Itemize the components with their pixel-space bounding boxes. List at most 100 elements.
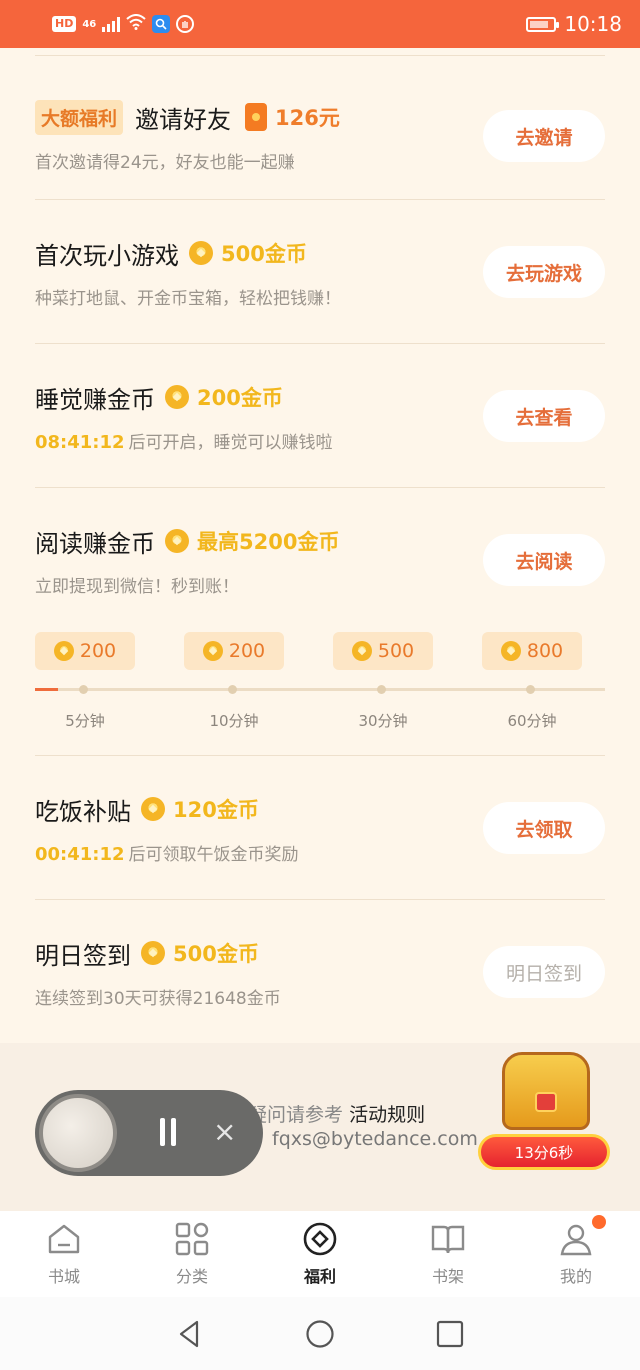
task-subtitle-row: 08:41:12 后可开启，睡觉可以赚钱啦: [35, 428, 333, 453]
task-meal-subsidy: 吃饭补贴 120金币 00:41:12 后可领取午饭金币奖励 去领取: [35, 756, 605, 900]
task-reading-earn: 阅读赚金币 最高5200金币 立即提现到微信！秒到账！ 去阅读 200 200 …: [35, 488, 605, 756]
task-mini-game: 首次玩小游戏 500金币 种菜打地鼠、开金币宝箱，轻松把钱赚！ 去玩游戏: [35, 200, 605, 344]
bookstore-icon: [48, 1224, 80, 1254]
task-title-row: 大额福利 邀请好友 126元: [35, 99, 340, 135]
task-title-row: 阅读赚金币 最高5200金币: [35, 523, 339, 559]
tab-bookstore[interactable]: 书城: [0, 1211, 128, 1297]
milestone-coins: 200: [228, 640, 266, 662]
task-subtitle: 种菜打地鼠、开金币宝箱，轻松把钱赚！: [35, 289, 341, 309]
play-game-button[interactable]: 去玩游戏: [483, 246, 605, 298]
search-app-icon: [152, 15, 171, 33]
tab-profile[interactable]: 我的: [512, 1211, 640, 1297]
notification-badge: [592, 1215, 606, 1229]
album-cover[interactable]: [39, 1094, 117, 1172]
view-sleep-button[interactable]: 去查看: [483, 390, 605, 442]
back-icon[interactable]: [175, 1319, 205, 1349]
coin-icon: [141, 797, 165, 821]
tab-category[interactable]: 分类: [128, 1211, 256, 1297]
floating-audio-player[interactable]: ×: [35, 1090, 263, 1176]
milestone-reward: 200: [184, 632, 284, 670]
reading-progress: 200 200 500 800 5分钟 10分钟 30分钟 60分钟: [35, 632, 605, 772]
system-nav-bar: [0, 1297, 640, 1370]
coin-icon: [165, 385, 189, 409]
coin-icon: [351, 641, 372, 661]
contact-email: fqxs@bytedance.com: [272, 1128, 478, 1150]
status-left: HD 46: [52, 14, 195, 34]
welfare-icon: [303, 1222, 337, 1256]
task-title: 阅读赚金币: [35, 529, 155, 558]
big-bonus-tag: 大额福利: [35, 99, 124, 135]
task-subtitle: 立即提现到微信！秒到账！: [35, 577, 239, 597]
close-icon[interactable]: ×: [213, 1114, 236, 1150]
milestone-dot: [228, 685, 237, 694]
wifi-icon: [126, 14, 146, 34]
task-sleep-earn: 睡觉赚金币 200金币 08:41:12 后可开启，睡觉可以赚钱啦 去查看: [35, 344, 605, 488]
bookshelf-icon: [431, 1225, 465, 1254]
milestone-dot: [79, 685, 88, 694]
tab-welfare[interactable]: 福利: [256, 1211, 384, 1297]
hd-indicator: HD: [52, 16, 77, 32]
red-envelope-icon: [245, 103, 268, 131]
treasure-chest-icon[interactable]: [502, 1052, 590, 1130]
tab-label: 书城: [47, 1267, 80, 1286]
profile-icon: [560, 1224, 592, 1256]
treasure-chest[interactable]: 13分6秒: [478, 1052, 614, 1170]
checkin-tomorrow-button[interactable]: 明日签到: [483, 946, 605, 998]
task-reward: 120金币: [173, 798, 259, 822]
task-reward: 500金币: [221, 242, 307, 266]
read-button[interactable]: 去阅读: [483, 534, 605, 586]
invite-button[interactable]: 去邀请: [483, 110, 605, 162]
tab-label: 分类: [175, 1267, 208, 1286]
status-bar: HD 46 10:18: [0, 0, 640, 48]
divider: [35, 48, 605, 56]
battery-icon: [526, 16, 560, 32]
task-title-row: 首次玩小游戏 500金币: [35, 235, 307, 271]
milestone-coins: 500: [377, 640, 415, 662]
coin-icon: [189, 241, 213, 265]
countdown-timer: 00:41:12: [35, 844, 125, 865]
claim-meal-button[interactable]: 去领取: [483, 802, 605, 854]
task-title: 吃饭补贴: [35, 797, 131, 826]
category-icon: [175, 1222, 209, 1256]
task-subtitle: 连续签到30天可获得21648金币: [35, 989, 281, 1009]
milestone-label: 10分钟: [209, 712, 259, 730]
tab-label: 书架: [431, 1267, 464, 1286]
task-tomorrow-checkin: 明日签到 500金币 连续签到30天可获得21648金币 明日签到: [35, 900, 605, 1044]
tab-label: 福利: [303, 1267, 336, 1286]
chest-countdown: 13分6秒: [478, 1134, 610, 1170]
milestone-label: 30分钟: [358, 712, 408, 730]
task-list: 大额福利 邀请好友 126元 首次邀请得24元，好友也能一起赚 去邀请 首次玩小…: [35, 48, 605, 1044]
bottom-nav: 书城 分类 福利 书架 我的: [0, 1211, 640, 1297]
milestone-dot: [377, 685, 386, 694]
activity-rules-link[interactable]: 活动规则: [349, 1104, 425, 1126]
coin-icon: [500, 641, 521, 661]
milestone-reward: 500: [333, 632, 433, 670]
recents-icon[interactable]: [435, 1319, 465, 1349]
hand-app-icon: [176, 15, 195, 33]
signal-icon: [102, 16, 121, 32]
task-reward: 200金币: [197, 386, 283, 410]
task-subtitle: 首次邀请得24元，好友也能一起赚: [35, 153, 295, 173]
task-reward: 126元: [275, 106, 340, 130]
task-title-row: 吃饭补贴 120金币: [35, 791, 259, 827]
home-icon[interactable]: [305, 1319, 335, 1349]
coin-icon: [141, 941, 165, 965]
tab-bookshelf[interactable]: 书架: [384, 1211, 512, 1297]
progress-fill: [35, 688, 58, 691]
task-title-row: 明日签到 500金币: [35, 935, 259, 971]
coin-icon: [165, 529, 189, 553]
task-reward: 最高5200金币: [197, 530, 340, 554]
rules-line: 疑问请参考 活动规则: [248, 1100, 425, 1127]
network-type: 46: [82, 18, 97, 30]
task-subtitle: 后可开启，睡觉可以赚钱啦: [128, 433, 333, 453]
countdown-timer: 08:41:12: [35, 432, 125, 453]
milestone-reward: 800: [482, 632, 582, 670]
milestone-coins: 800: [526, 640, 564, 662]
clock: 10:18: [564, 12, 622, 36]
task-title: 首次玩小游戏: [35, 241, 179, 270]
task-title: 明日签到: [35, 941, 131, 970]
tab-label: 我的: [559, 1267, 592, 1286]
pause-icon[interactable]: [157, 1118, 179, 1148]
task-invite-friends: 大额福利 邀请好友 126元 首次邀请得24元，好友也能一起赚 去邀请: [35, 56, 605, 200]
task-reward: 500金币: [173, 942, 259, 966]
